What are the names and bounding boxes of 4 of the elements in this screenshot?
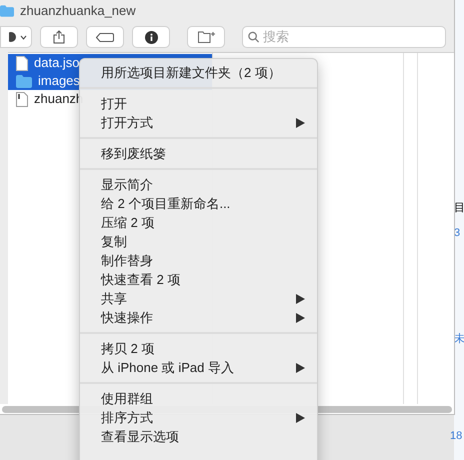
background-text: 目 [454, 201, 464, 216]
background-text: 3 [454, 226, 462, 240]
background-text: 18 [450, 429, 462, 444]
window-title: zhuanzhuanka_new [20, 2, 136, 20]
